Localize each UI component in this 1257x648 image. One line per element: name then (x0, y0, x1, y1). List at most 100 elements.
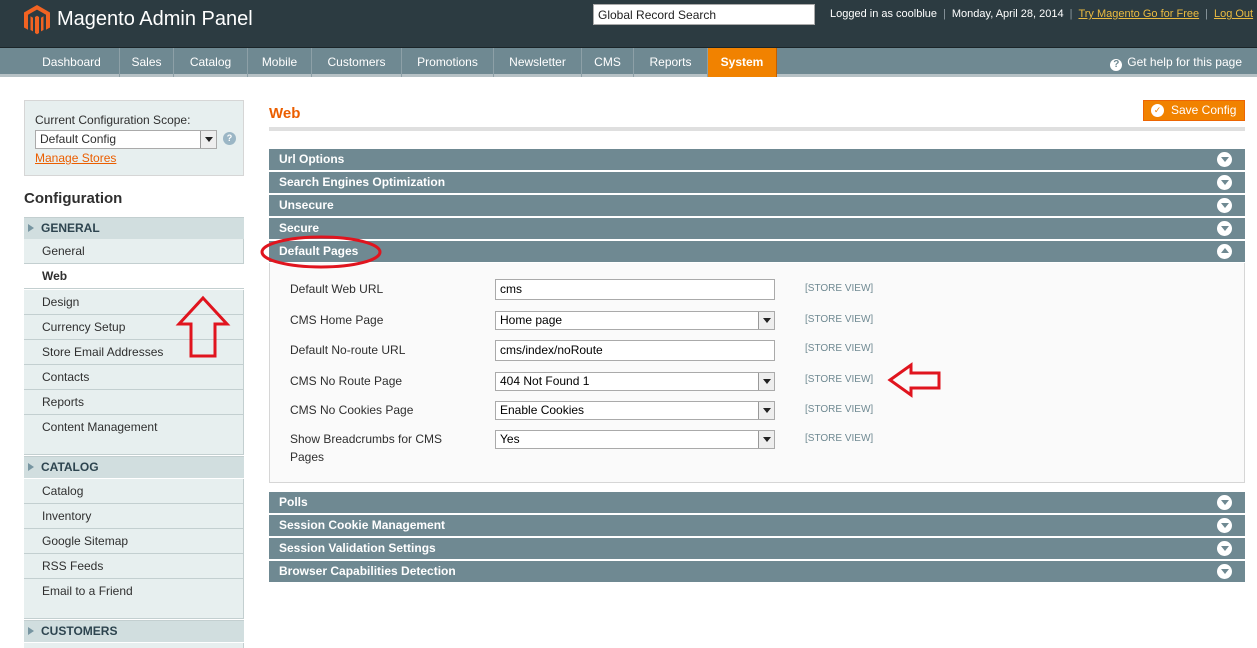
global-search-input[interactable] (593, 4, 815, 25)
scope-label-store-view: [STORE VIEW] (805, 433, 874, 444)
help-text: Get help for this page (1127, 55, 1242, 69)
scope-select[interactable]: Default Config (35, 130, 217, 149)
sidebar-item-currency-setup[interactable]: Currency Setup (24, 315, 244, 340)
nav-reports[interactable]: Reports (634, 48, 708, 77)
sidebar-item-rss-feeds[interactable]: RSS Feeds (24, 554, 244, 579)
sidebar-item-general[interactable]: General (24, 239, 244, 264)
section-search-engines-optimization[interactable]: Search Engines Optimization (269, 172, 1245, 193)
nav-sales[interactable]: Sales (120, 48, 174, 77)
sidebar-item-store-email-addresses[interactable]: Store Email Addresses (24, 340, 244, 365)
help-link[interactable]: ? Get help for this page (1110, 48, 1242, 77)
chevron-up-icon[interactable] (1217, 244, 1232, 259)
cms-home-page-select[interactable]: Home page (495, 311, 775, 330)
section-session-validation-settings[interactable]: Session Validation Settings (269, 538, 1245, 559)
section-title: Default Pages (279, 244, 359, 258)
sidebar-item-catalog[interactable]: Catalog (24, 479, 244, 504)
scope-label-store-view: [STORE VIEW] (805, 343, 874, 354)
section-title: Url Options (279, 152, 345, 166)
nav-mobile[interactable]: Mobile (248, 48, 312, 77)
nav-catalog[interactable]: Catalog (174, 48, 248, 77)
magento-logo-icon (24, 5, 50, 35)
cms-no-cookies-page-select[interactable]: Enable Cookies (495, 401, 775, 420)
chevron-down-icon[interactable] (1217, 175, 1232, 190)
sidebar-item-contacts[interactable]: Contacts (24, 365, 244, 390)
chevron-down-icon[interactable] (1217, 541, 1232, 556)
logout-link[interactable]: Log Out (1214, 8, 1253, 20)
nav-cms[interactable]: CMS (582, 48, 634, 77)
scope-select-value: Default Config (40, 132, 117, 146)
section-browser-capabilities-detection[interactable]: Browser Capabilities Detection (269, 561, 1245, 582)
field-label-show-breadcrumbs: Show Breadcrumbs for CMS Pages (290, 432, 443, 464)
show-breadcrumbs-select[interactable]: Yes (495, 430, 775, 449)
scope-label-store-view: [STORE VIEW] (805, 374, 874, 385)
section-polls[interactable]: Polls (269, 492, 1245, 513)
save-config-label: Save Config (1171, 103, 1237, 117)
sidebar-section-customers[interactable]: CUSTOMERS (24, 620, 244, 642)
section-title: Browser Capabilities Detection (279, 564, 456, 578)
select-value: Yes (500, 432, 520, 446)
chevron-down-icon (758, 373, 774, 390)
save-config-button[interactable]: ✓ Save Config (1143, 100, 1245, 121)
nav-system[interactable]: System (708, 48, 777, 77)
help-icon: ? (1110, 59, 1123, 71)
section-url-options[interactable]: Url Options (269, 149, 1245, 170)
field-label-cms-no-cookies-page: CMS No Cookies Page (290, 403, 414, 417)
default-no-route-url-input[interactable]: cms/index/noRoute (495, 340, 775, 361)
section-title: Session Validation Settings (279, 541, 436, 555)
section-title: Polls (279, 495, 308, 509)
nav-dashboard[interactable]: Dashboard (24, 48, 120, 77)
header-bar: Magento Admin Panel Logged in as coolblu… (0, 0, 1257, 48)
section-title: Secure (279, 221, 320, 235)
chevron-down-icon (758, 431, 774, 448)
header-links: Logged in as coolblue | Monday, April 28, … (830, 8, 1254, 20)
main-nav: Dashboard Sales Catalog Mobile Customers… (0, 48, 1257, 77)
chevron-down-icon[interactable] (1217, 564, 1232, 579)
scope-label-store-view: [STORE VIEW] (805, 404, 874, 415)
logo-text: Magento Admin Panel (57, 8, 253, 30)
sidebar-item-email-to-a-friend[interactable]: Email to a Friend (24, 579, 244, 619)
cms-no-route-page-select[interactable]: 404 Not Found 1 (495, 372, 775, 391)
scope-switcher: Current Configuration Scope: Default Con… (24, 100, 244, 176)
section-session-cookie-management[interactable]: Session Cookie Management (269, 515, 1245, 536)
sidebar-section-general[interactable]: GENERAL (24, 217, 244, 239)
logged-in-text: Logged in as coolblue (830, 8, 938, 20)
section-unsecure[interactable]: Unsecure (269, 195, 1245, 216)
field-label-default-no-route-url: Default No-route URL (290, 343, 406, 357)
nav-promotions[interactable]: Promotions (402, 48, 494, 77)
section-title: Session Cookie Management (279, 518, 446, 532)
nav-newsletter[interactable]: Newsletter (494, 48, 582, 77)
sidebar-item-design[interactable]: Design (24, 290, 244, 315)
chevron-down-icon (758, 312, 774, 329)
configuration-title: Configuration (24, 190, 123, 207)
date-text: Monday, April 28, 2014 (951, 8, 1064, 20)
select-value: Enable Cookies (500, 403, 585, 417)
chevron-down-icon (758, 402, 774, 419)
scope-label-store-view: [STORE VIEW] (805, 314, 874, 325)
sidebar-section-catalog[interactable]: CATALOG (24, 456, 244, 478)
chevron-down-icon[interactable] (1217, 518, 1232, 533)
default-web-url-input[interactable]: cms (495, 279, 775, 300)
title-divider (269, 127, 1245, 131)
section-title: Search Engines Optimization (279, 175, 446, 189)
sidebar-item-web[interactable]: Web (24, 264, 244, 289)
help-icon[interactable]: ? (223, 132, 236, 145)
chevron-down-icon[interactable] (1217, 198, 1232, 213)
section-title: Unsecure (279, 198, 334, 212)
field-label-cms-home-page: CMS Home Page (290, 313, 384, 327)
sidebar-item-reports[interactable]: Reports (24, 390, 244, 415)
chevron-down-icon[interactable] (1217, 152, 1232, 167)
sidebar-item-inventory[interactable]: Inventory (24, 504, 244, 529)
section-default-pages[interactable]: Default Pages (269, 241, 1245, 262)
field-label-cms-no-route-page: CMS No Route Page (290, 374, 403, 388)
sidebar-item-content-management[interactable]: Content Management (24, 415, 244, 455)
sidebar-item-google-sitemap[interactable]: Google Sitemap (24, 529, 244, 554)
try-magento-link[interactable]: Try Magento Go for Free (1078, 8, 1199, 20)
select-value: 404 Not Found 1 (500, 374, 590, 388)
section-secure[interactable]: Secure (269, 218, 1245, 239)
chevron-down-icon[interactable] (1217, 495, 1232, 510)
nav-customers[interactable]: Customers (312, 48, 402, 77)
manage-stores-link[interactable]: Manage Stores (35, 151, 116, 165)
field-label-default-web-url: Default Web URL (290, 282, 384, 296)
select-value: Home page (500, 313, 563, 327)
chevron-down-icon[interactable] (1217, 221, 1232, 236)
